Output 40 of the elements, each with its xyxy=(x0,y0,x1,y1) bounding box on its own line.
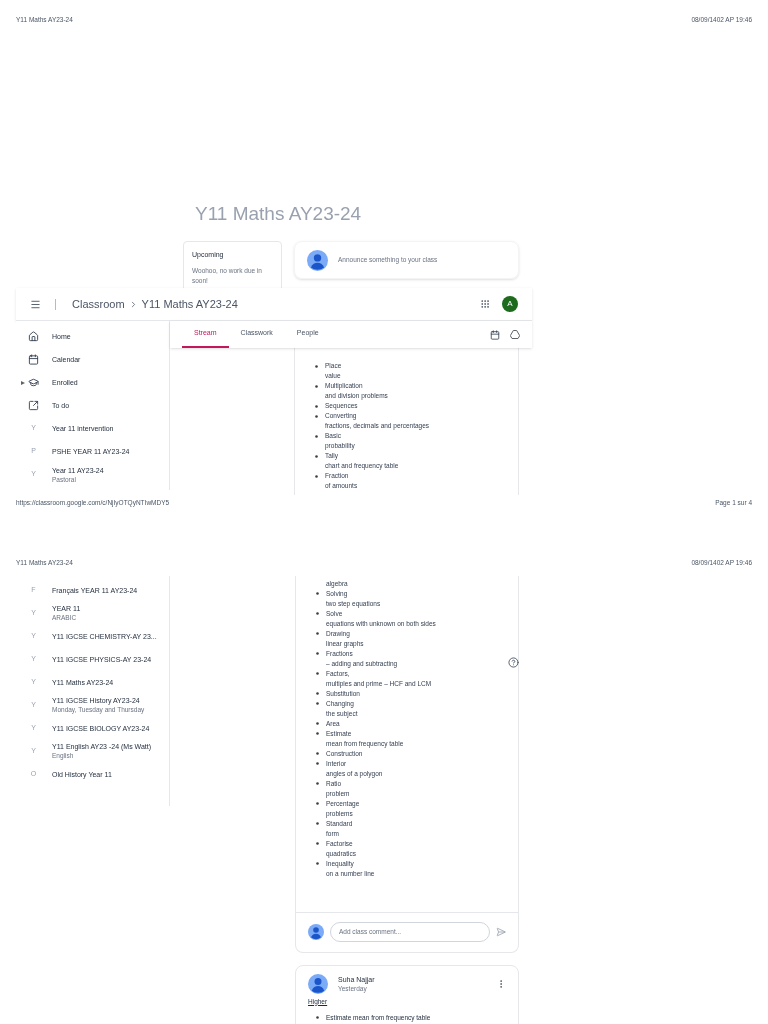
home-icon xyxy=(28,331,39,342)
bullet-icon xyxy=(315,414,318,418)
bullet-icon xyxy=(316,732,319,736)
calendar-icon xyxy=(28,354,39,365)
bullet-icon xyxy=(315,384,318,388)
brand-link[interactable]: Classroom xyxy=(72,295,125,313)
drive-icon[interactable] xyxy=(510,330,520,339)
calendar-icon[interactable] xyxy=(490,329,500,340)
bullet-icon xyxy=(316,672,319,676)
bullet-icon xyxy=(316,782,319,786)
class-title: Y11 Maths AY23-24 xyxy=(141,296,238,312)
page-title: Y11 Maths AY23-24 xyxy=(195,201,362,226)
bullet-icon xyxy=(315,364,318,368)
graduation-cap-icon xyxy=(28,377,39,388)
avatar-icon xyxy=(308,924,324,941)
apps-icon[interactable] xyxy=(480,299,490,309)
bullet-icon xyxy=(316,762,319,766)
bullet-icon xyxy=(316,802,319,806)
bullet-icon xyxy=(316,632,319,636)
todo-icon xyxy=(28,400,39,411)
bullet-icon xyxy=(316,592,319,596)
bullet-icon xyxy=(315,404,318,408)
bullet-icon xyxy=(316,842,319,846)
bullet-icon xyxy=(316,822,319,826)
bullet-icon xyxy=(316,652,319,656)
bullet-icon xyxy=(316,722,319,726)
bullet-icon xyxy=(316,862,319,866)
bullet-icon xyxy=(316,702,319,706)
bullet-icon xyxy=(315,454,318,458)
bullet-icon xyxy=(315,474,318,478)
avatar-icon xyxy=(308,973,328,994)
avatar-icon xyxy=(307,249,328,271)
bullet-icon xyxy=(316,692,319,696)
bullet-icon xyxy=(316,1015,319,1019)
account-avatar[interactable]: A xyxy=(502,296,518,312)
bullet-icon xyxy=(316,752,319,756)
menu-icon[interactable] xyxy=(30,298,41,310)
help-icon[interactable] xyxy=(508,657,519,668)
bullet-icon xyxy=(315,434,318,438)
bullet-icon xyxy=(316,612,319,616)
